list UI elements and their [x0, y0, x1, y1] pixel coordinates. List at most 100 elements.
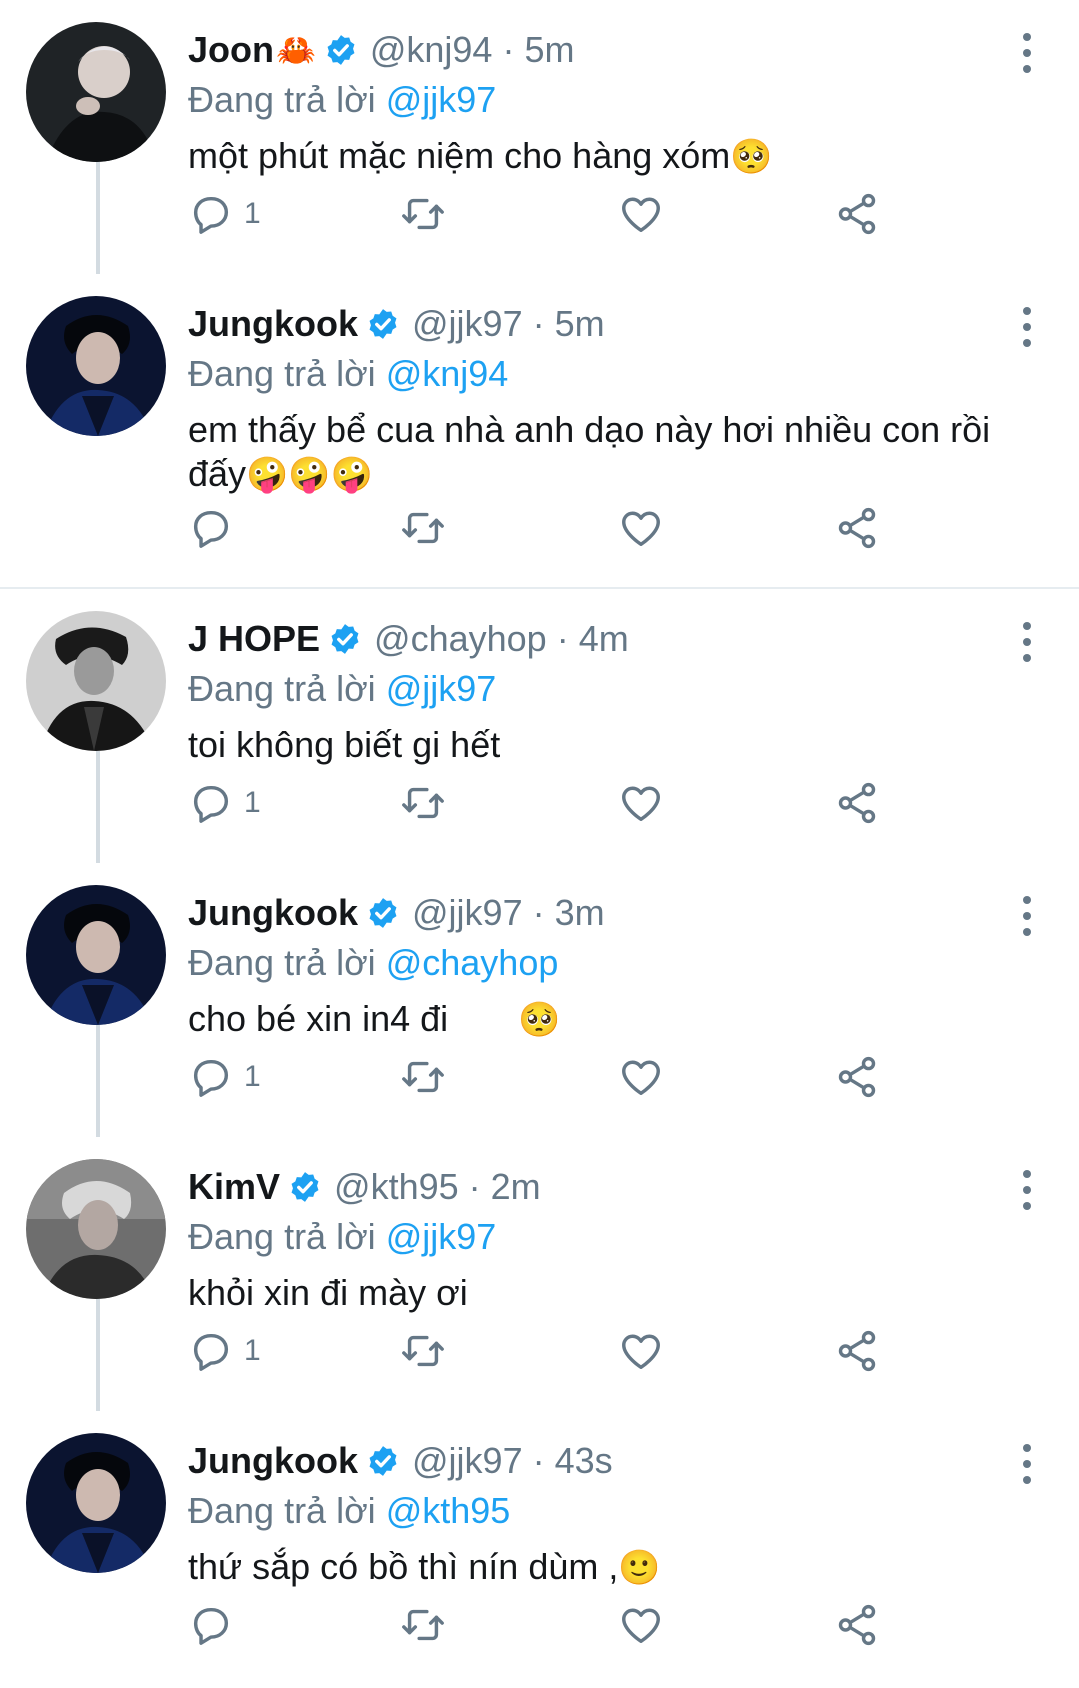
- display-name[interactable]: KimV: [188, 1166, 280, 1208]
- avatar[interactable]: [26, 1159, 166, 1299]
- timestamp[interactable]: 3m: [555, 892, 605, 934]
- avatar[interactable]: [26, 885, 166, 1025]
- avatar-image: [26, 885, 166, 1025]
- retweet-button[interactable]: [400, 1054, 446, 1100]
- reply-button[interactable]: 1: [188, 191, 261, 237]
- display-name[interactable]: Jungkook: [188, 1440, 358, 1482]
- user-handle[interactable]: @knj94: [370, 29, 493, 71]
- avatar-image: [26, 22, 166, 162]
- tweet[interactable]: Jungkook @jjk97 · 3m Đang trả lời @chayh…: [0, 863, 1079, 1137]
- replying-to-mention[interactable]: @jjk97: [386, 79, 497, 120]
- like-button[interactable]: [618, 1602, 664, 1648]
- display-name[interactable]: Joon: [188, 29, 274, 71]
- display-name[interactable]: Jungkook: [188, 892, 358, 934]
- timestamp[interactable]: 5m: [555, 303, 605, 345]
- reply-button[interactable]: [188, 1602, 244, 1648]
- more-vertical-icon: [1023, 622, 1031, 662]
- replying-to-mention[interactable]: @chayhop: [386, 942, 559, 983]
- reply-button[interactable]: 1: [188, 780, 261, 826]
- share-button[interactable]: [834, 191, 880, 237]
- avatar[interactable]: [26, 611, 166, 751]
- replying-to-label: Đang trả lời: [188, 1216, 376, 1257]
- tweet-header: Jungkook @jjk97 · 5m: [188, 296, 1039, 352]
- replying-to-mention[interactable]: @jjk97: [386, 668, 497, 709]
- replying-to: Đang trả lời @chayhop: [188, 941, 1039, 985]
- tweet[interactable]: Jungkook @jjk97 · 5m Đang trả lời @knj94…: [0, 274, 1079, 589]
- share-icon: [838, 1330, 876, 1372]
- user-handle[interactable]: @chayhop: [374, 618, 547, 660]
- tweet-actions: [188, 1597, 1039, 1653]
- avatar[interactable]: [26, 22, 166, 162]
- tweet-text-emoji: 🥺: [730, 138, 773, 176]
- share-button[interactable]: [834, 780, 880, 826]
- timestamp[interactable]: 2m: [491, 1166, 541, 1208]
- thread-connector-line: [96, 751, 100, 863]
- timestamp[interactable]: 4m: [579, 618, 629, 660]
- more-options-button[interactable]: [1015, 1167, 1039, 1213]
- retweet-button[interactable]: [400, 1328, 446, 1374]
- display-name-emoji: 🦀: [276, 32, 316, 68]
- reply-count: 1: [244, 1060, 261, 1093]
- user-handle[interactable]: @jjk97: [412, 1440, 523, 1482]
- separator-dot: ·: [502, 29, 515, 70]
- more-options-button[interactable]: [1015, 30, 1039, 76]
- user-handle[interactable]: @kth95: [334, 1166, 459, 1208]
- more-options-button[interactable]: [1015, 304, 1039, 350]
- timestamp[interactable]: 43s: [555, 1440, 613, 1482]
- user-handle[interactable]: @jjk97: [412, 303, 523, 345]
- like-button[interactable]: [618, 191, 664, 237]
- tweet-text-emoji: 🤪🤪🤪: [246, 456, 374, 494]
- thread-connector-line: [96, 162, 100, 274]
- timestamp[interactable]: 5m: [524, 29, 574, 71]
- share-icon: [838, 1604, 876, 1646]
- avatar[interactable]: [26, 296, 166, 436]
- more-options-button[interactable]: [1015, 619, 1039, 665]
- retweet-button[interactable]: [400, 780, 446, 826]
- replying-to: Đang trả lời @jjk97: [188, 667, 1039, 711]
- like-button[interactable]: [618, 1054, 664, 1100]
- more-options-button[interactable]: [1015, 893, 1039, 939]
- tweet[interactable]: Jungkook @jjk97 · 43s Đang trả lời @kth9…: [0, 1411, 1079, 1688]
- thread-connector-line: [96, 1299, 100, 1411]
- retweet-button[interactable]: [400, 1602, 446, 1648]
- verified-badge-icon: [324, 33, 358, 67]
- separator-dot: ·: [532, 1440, 545, 1481]
- user-handle[interactable]: @jjk97: [412, 892, 523, 934]
- tweet[interactable]: KimV @kth95 · 2m Đang trả lời @jjk97 khỏ…: [0, 1137, 1079, 1411]
- more-vertical-icon: [1023, 1170, 1031, 1210]
- tweet[interactable]: J HOPE @chayhop · 4m Đang trả lời @jjk97…: [0, 589, 1079, 863]
- like-button[interactable]: [618, 1328, 664, 1374]
- display-name[interactable]: Jungkook: [188, 303, 358, 345]
- reply-bubble-icon: [193, 1059, 229, 1097]
- reply-button[interactable]: [188, 505, 244, 551]
- tweet-actions: 1: [188, 1323, 1039, 1379]
- tweet-text-body: một phút mặc niệm cho hàng xóm: [188, 135, 731, 176]
- tweet-text-body: cho bé xin in4 đi: [188, 998, 449, 1039]
- replying-to-mention[interactable]: @kth95: [386, 1490, 511, 1531]
- avatar-image: [26, 296, 166, 436]
- tweet[interactable]: Joon 🦀 @knj94 · 5m Đang trả lời @jjk97 m…: [0, 0, 1079, 274]
- reply-count: 1: [244, 1334, 261, 1367]
- share-button[interactable]: [834, 1602, 880, 1648]
- share-button[interactable]: [834, 1054, 880, 1100]
- share-button[interactable]: [834, 1328, 880, 1374]
- reply-button[interactable]: 1: [188, 1328, 261, 1374]
- like-button[interactable]: [618, 505, 664, 551]
- heart-icon: [622, 786, 660, 822]
- reply-thread: Joon 🦀 @knj94 · 5m Đang trả lời @jjk97 m…: [0, 0, 1079, 1688]
- share-button[interactable]: [834, 505, 880, 551]
- display-name[interactable]: J HOPE: [188, 618, 320, 660]
- replying-to-mention[interactable]: @jjk97: [386, 1216, 497, 1257]
- verified-badge-icon: [288, 1170, 322, 1204]
- share-icon: [838, 1056, 876, 1098]
- like-button[interactable]: [618, 780, 664, 826]
- retweet-button[interactable]: [400, 191, 446, 237]
- avatar[interactable]: [26, 1433, 166, 1573]
- retweet-icon: [402, 787, 444, 819]
- more-vertical-icon: [1023, 307, 1031, 347]
- more-options-button[interactable]: [1015, 1441, 1039, 1487]
- reply-button[interactable]: 1: [188, 1054, 261, 1100]
- replying-to-mention[interactable]: @knj94: [386, 353, 509, 394]
- tweet-text-emoji: 🙂: [618, 1549, 661, 1587]
- retweet-button[interactable]: [400, 505, 446, 551]
